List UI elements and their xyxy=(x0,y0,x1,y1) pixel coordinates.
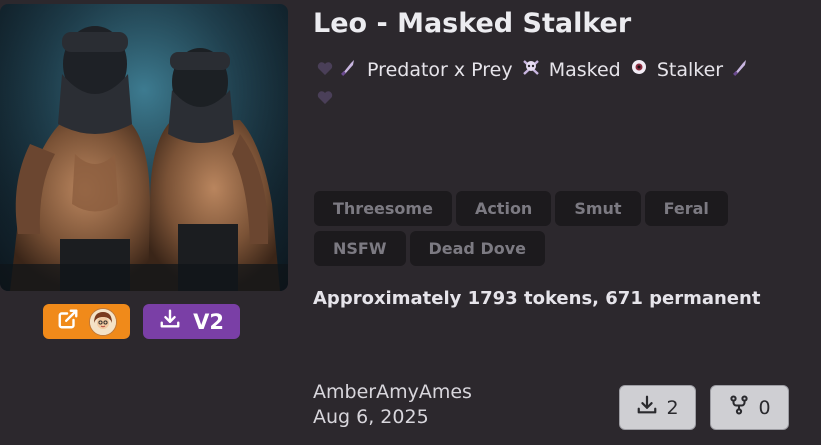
external-link-icon xyxy=(57,308,79,335)
download-icon xyxy=(636,394,658,421)
forks-button[interactable]: 0 xyxy=(710,385,789,430)
purple-heart-icon xyxy=(315,86,335,114)
skull-crossbones-icon xyxy=(521,57,541,85)
card-meta: AmberAmyAmes Aug 6, 2025 xyxy=(313,380,472,430)
eye-icon xyxy=(629,57,649,85)
tagline-text-2: Masked xyxy=(548,59,621,81)
tag-item[interactable]: Smut xyxy=(555,191,641,226)
tag-item[interactable]: Feral xyxy=(644,191,728,226)
download-icon xyxy=(159,308,181,335)
tag-item[interactable]: Dead Dove xyxy=(409,231,546,266)
version-label: V2 xyxy=(193,309,224,334)
knife-icon xyxy=(339,57,359,85)
fork-icon xyxy=(728,394,750,421)
purple-heart-icon xyxy=(315,57,335,85)
open-external-button[interactable] xyxy=(43,304,130,339)
downloads-count: 2 xyxy=(666,396,679,419)
cover-illustration xyxy=(0,4,288,291)
tag-list: Threesome Action Smut Feral NSFW Dead Do… xyxy=(314,191,734,266)
tag-item[interactable]: Action xyxy=(455,191,552,226)
tag-item[interactable]: Threesome xyxy=(314,191,452,226)
author-name[interactable]: AmberAmyAmes xyxy=(313,380,472,405)
token-count: Approximately 1793 tokens, 671 permanent xyxy=(313,288,761,309)
character-tagline: Predator x Prey Masked Stalker xyxy=(313,56,783,114)
character-cover-image xyxy=(0,4,288,291)
card-actions: V2 xyxy=(43,304,240,339)
downloads-button[interactable]: 2 xyxy=(619,385,696,430)
tag-item[interactable]: NSFW xyxy=(314,231,406,266)
character-title: Leo - Masked Stalker xyxy=(313,8,632,39)
tagline-text-3: Stalker xyxy=(656,59,724,81)
author-avatar xyxy=(88,307,117,336)
publish-date: Aug 6, 2025 xyxy=(313,406,429,428)
knife-icon xyxy=(731,57,751,85)
forks-count: 0 xyxy=(758,396,771,419)
download-version-button[interactable]: V2 xyxy=(143,304,240,339)
tagline-text-1: Predator x Prey xyxy=(367,59,513,81)
